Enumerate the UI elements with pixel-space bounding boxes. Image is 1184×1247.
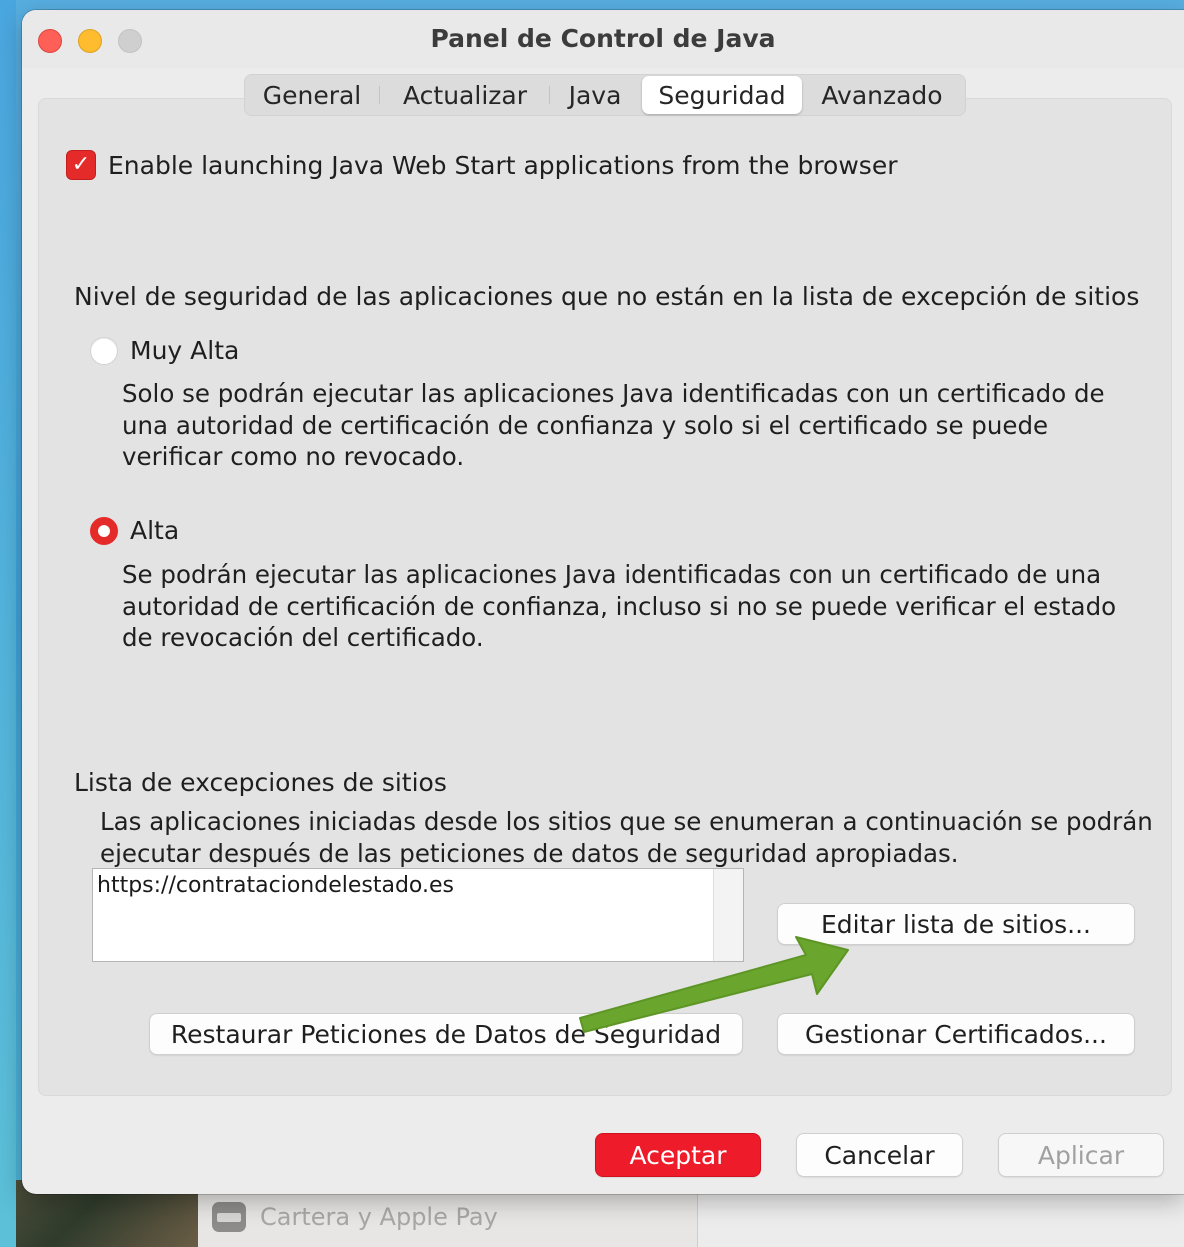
java-control-panel-window: Panel de Control de Java General Actuali… [22,10,1184,1194]
sites-list-scrollbar[interactable] [713,869,743,961]
wallet-label: Cartera y Apple Pay [260,1203,498,1231]
exception-site-item[interactable]: https://contrataciondelestado.es [97,873,454,898]
restore-security-prompts-button[interactable]: Restaurar Peticiones de Datos de Segurid… [150,1014,742,1054]
tab-avanzado[interactable]: Avanzado [802,76,962,114]
tab-java[interactable]: Java [550,76,640,114]
edit-site-list-button[interactable]: Editar lista de sitios... [778,904,1134,944]
exception-sites-list[interactable]: https://contrataciondelestado.es [92,868,744,962]
web-start-checkbox[interactable]: ✓ [66,150,96,180]
tab-general[interactable]: General [244,76,380,114]
radio-muy-alta-label: Muy Alta [130,336,240,365]
wallet-icon [212,1202,246,1232]
radio-row-alta[interactable]: Alta [90,516,179,545]
apply-button[interactable]: Aplicar [999,1134,1163,1176]
title-bar: Panel de Control de Java [22,10,1184,68]
radio-alta[interactable] [90,516,118,545]
web-start-checkbox-label: Enable launching Java Web Start applicat… [108,150,898,180]
cancel-button[interactable]: Cancelar [797,1134,962,1176]
manage-certificates-button[interactable]: Gestionar Certificados... [778,1014,1134,1054]
radio-muy-alta[interactable] [90,336,118,365]
tab-seguridad[interactable]: Seguridad [642,76,802,114]
exceptions-description: Las aplicaciones iniciadas desde los sit… [100,807,1153,868]
muy-alta-description: Solo se podrán ejecutar las aplicaciones… [122,379,1105,471]
tab-bar: General Actualizar Java Seguridad Avanza… [244,74,966,116]
security-level-title: Nivel de seguridad de las aplicaciones q… [74,282,1140,311]
tab-actualizar[interactable]: Actualizar [380,76,550,114]
background-sidebar-item-wallet: Cartera y Apple Pay [212,1202,498,1232]
exceptions-title: Lista de excepciones de sitios [74,768,447,797]
accept-button[interactable]: Aceptar [596,1134,760,1176]
radio-alta-label: Alta [130,516,180,545]
web-start-checkbox-row[interactable]: ✓ Enable launching Java Web Start applic… [66,150,897,180]
alta-description: Se podrán ejecutar las aplicaciones Java… [122,560,1117,652]
desktop-background [0,0,16,1247]
window-title: Panel de Control de Java [430,24,776,53]
radio-row-muy-alta[interactable]: Muy Alta [90,336,239,365]
